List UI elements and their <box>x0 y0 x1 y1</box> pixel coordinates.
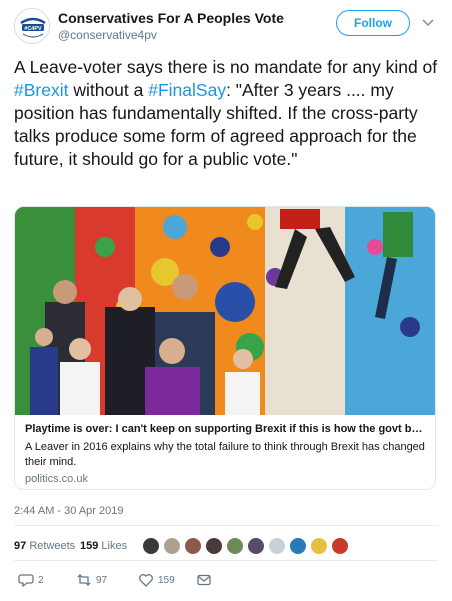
reply-icon <box>18 574 34 588</box>
like-count: 159 <box>158 575 175 586</box>
tweet-text: A Leave-voter says there is no mandate f… <box>14 56 438 171</box>
retweets-label: Retweets <box>29 540 76 552</box>
envelope-icon <box>197 574 211 586</box>
liker-avatar[interactable] <box>205 537 223 555</box>
chevron-down-icon[interactable] <box>422 18 434 28</box>
card-photo-illustration <box>15 207 435 415</box>
card-title[interactable]: Playtime is over: I can't keep on suppor… <box>25 422 427 436</box>
card-description: A Leaver in 2016 explains why the total … <box>25 441 425 468</box>
tweet-timestamp[interactable]: 2:44 AM - 30 Apr 2019 <box>14 505 123 517</box>
avatar[interactable]: #C4PV <box>14 8 50 44</box>
card-body[interactable]: Playtime is over: I can't keep on suppor… <box>25 422 427 487</box>
divider <box>14 560 438 561</box>
link-card[interactable]: Playtime is over: I can't keep on suppor… <box>14 206 436 490</box>
follow-button[interactable]: Follow <box>336 10 410 36</box>
reply-count: 2 <box>38 575 44 586</box>
heart-icon <box>139 574 153 587</box>
user-handle[interactable]: @conservative4pv <box>58 27 284 43</box>
likes-label: Likes <box>101 540 128 552</box>
avatar-logo-text: #C4PV <box>24 26 42 32</box>
liker-avatar[interactable] <box>289 537 307 555</box>
hashtag-link[interactable]: #FinalSay <box>148 80 226 100</box>
retweets-stat[interactable]: 97 Retweets <box>14 540 75 552</box>
liker-avatar[interactable] <box>184 537 202 555</box>
likes-count: 159 <box>80 540 99 552</box>
divider <box>14 525 438 526</box>
liker-avatar[interactable] <box>268 537 286 555</box>
tweet-text-segment: without a <box>68 80 149 100</box>
liker-avatar[interactable] <box>247 537 265 555</box>
liker-avatar[interactable] <box>226 537 244 555</box>
likes-stat[interactable]: 159 Likes <box>80 540 127 552</box>
account-names[interactable]: Conservatives For A Peoples Vote @conser… <box>58 9 284 43</box>
tweet-header: #C4PV Conservatives For A Peoples Vote @… <box>14 8 438 48</box>
liker-avatar[interactable] <box>310 537 328 555</box>
liker-avatar[interactable] <box>163 537 181 555</box>
card-image[interactable] <box>15 207 435 415</box>
avatar-logo: #C4PV <box>16 10 49 43</box>
retweet-icon <box>77 574 91 586</box>
liker-avatar[interactable] <box>331 537 349 555</box>
display-name[interactable]: Conservatives For A Peoples Vote <box>58 9 284 27</box>
card-domain[interactable]: politics.co.uk <box>25 472 427 487</box>
retweet-count: 97 <box>96 575 108 586</box>
hashtag-link[interactable]: #Brexit <box>14 80 68 100</box>
liker-avatar[interactable] <box>142 537 160 555</box>
retweets-count: 97 <box>14 540 27 552</box>
tweet-text-segment: A Leave-voter says there is no mandate f… <box>14 57 438 77</box>
